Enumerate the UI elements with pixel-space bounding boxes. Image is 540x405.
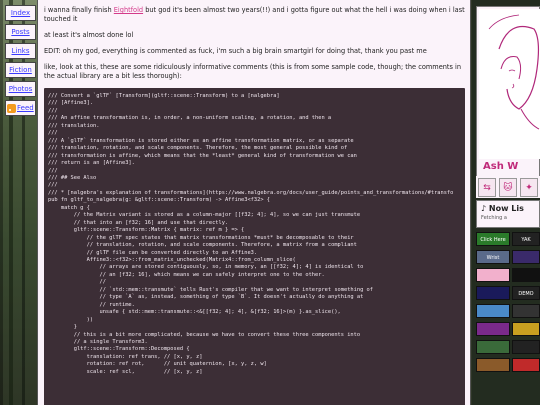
badge-button[interactable]	[476, 268, 510, 282]
post-content: i wanna finally finish Eightfold but god…	[37, 0, 471, 405]
profile-name: Ash W	[483, 161, 519, 172]
post-paragraph-3: EDIT: oh my god, everything is commented…	[44, 47, 427, 55]
nav-links[interactable]: Links	[5, 43, 36, 59]
badge-button[interactable]	[512, 340, 540, 354]
arrows-icon[interactable]: ⇆	[478, 178, 496, 197]
badge-button[interactable]: Wrist	[476, 250, 510, 264]
profile-icon-row: ⇆ 🐱 ✦	[476, 176, 540, 198]
now-listening-title: ♪ Now Lis	[481, 204, 524, 213]
badge-button[interactable]	[512, 304, 540, 318]
pride-icon[interactable]: ✦	[520, 178, 538, 197]
post-paragraph-2: at least it's almost done lol	[44, 31, 134, 39]
badge-button[interactable]	[512, 322, 540, 336]
badge-button[interactable]	[476, 322, 510, 336]
post-paragraph-1: i wanna finally finish Eightfold but god…	[44, 6, 465, 23]
badge-button[interactable]	[512, 268, 540, 282]
profile-portrait	[479, 9, 540, 159]
now-listening-widget: ♪ Now Lis Fetching a	[476, 200, 540, 228]
badge-button[interactable]: Click Here	[476, 232, 510, 246]
nav-posts[interactable]: Posts	[5, 24, 36, 40]
portrait-drawing	[488, 14, 540, 130]
code-block: /// Convert a `glTF` [Transform](gltf::s…	[44, 88, 465, 405]
cat-icon[interactable]: 🐱	[499, 178, 517, 197]
site-nav: Index Posts Links Fiction Photos Feed	[5, 5, 36, 119]
now-listening-status: Fetching a	[481, 215, 507, 221]
nav-fiction[interactable]: Fiction	[5, 62, 36, 78]
badge-button[interactable]	[476, 304, 510, 318]
badge-button[interactable]: DEMO	[512, 286, 540, 300]
nav-index[interactable]: Index	[5, 5, 36, 21]
eightfold-link[interactable]: Eightfold	[114, 6, 143, 14]
badge-button[interactable]	[512, 358, 540, 372]
badge-button[interactable]	[476, 358, 510, 372]
profile-card: Ash W	[476, 6, 540, 196]
button-wall: Click Here YAK Wrist DEMO	[476, 232, 540, 372]
nav-feed[interactable]: Feed	[5, 100, 36, 116]
badge-button[interactable]	[512, 250, 540, 264]
post-paragraph-4: like, look at this, these are some ridic…	[44, 63, 462, 80]
nav-feed-label: Feed	[17, 104, 34, 112]
right-sidebar: Ash W ⇆ 🐱 ✦ ♪ Now Lis Fetching a Click H…	[472, 0, 540, 405]
badge-button[interactable]	[476, 340, 510, 354]
rss-icon	[7, 103, 16, 113]
badge-button[interactable]	[476, 286, 510, 300]
badge-button[interactable]: YAK	[512, 232, 540, 246]
nav-photos[interactable]: Photos	[5, 81, 36, 97]
